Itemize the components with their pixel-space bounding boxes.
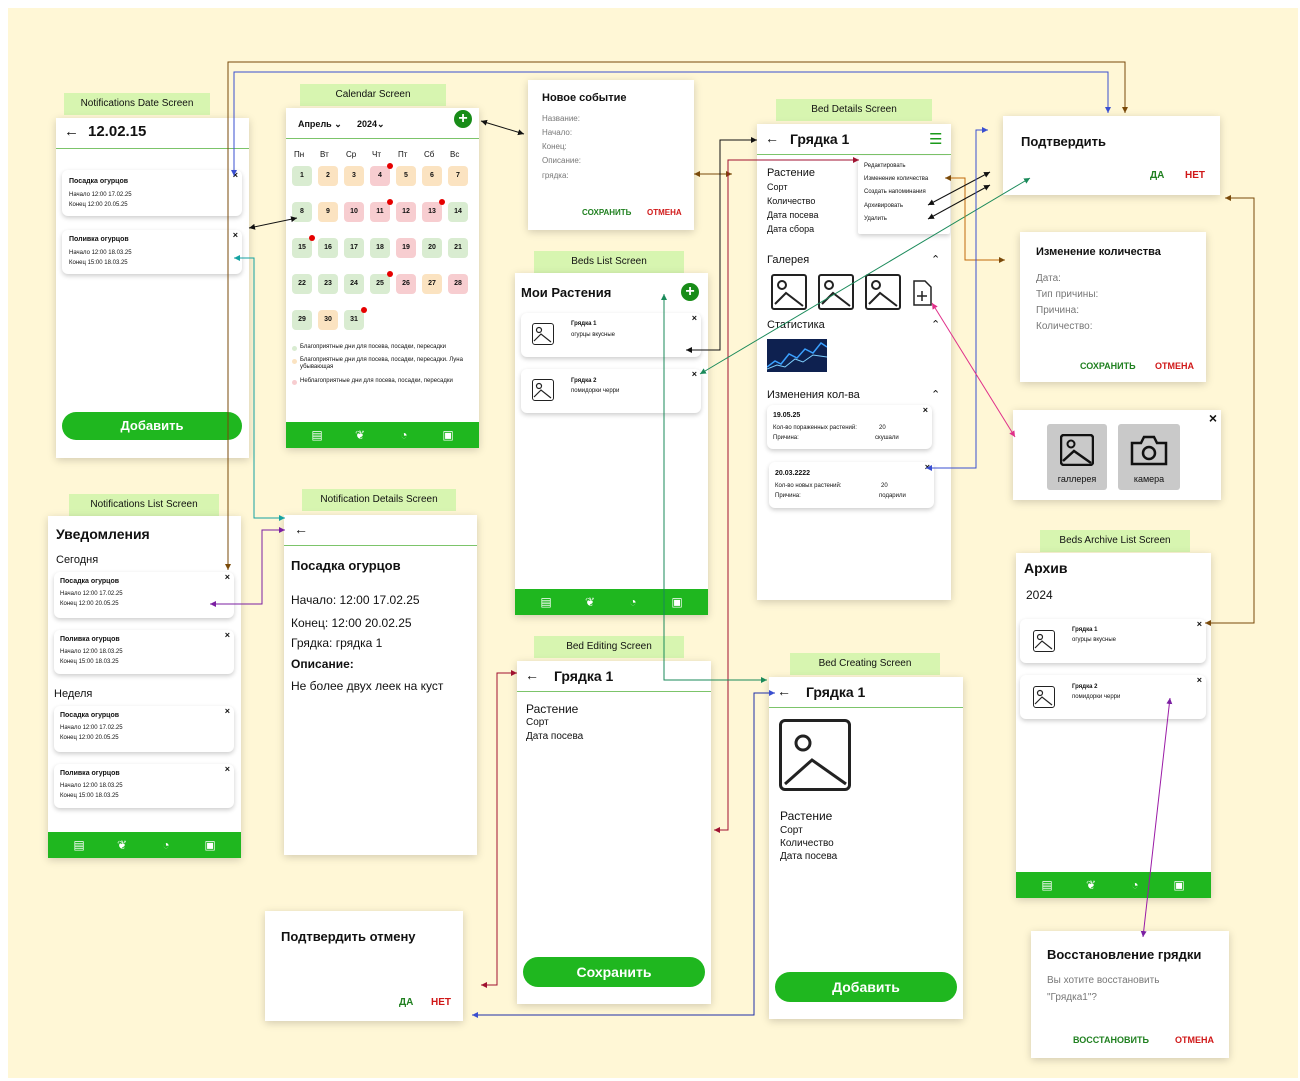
arrow-create-cancel	[472, 690, 775, 1018]
arrow-green-add	[661, 294, 767, 683]
diagram-canvas: { "tags": { "notif_date": "Notifications…	[0, 0, 1300, 1081]
arrow-teal	[234, 255, 285, 521]
arrow-menu-confirm-1	[927, 171, 991, 206]
arrow-blue-change	[926, 127, 988, 471]
arrow-menu-qty	[945, 175, 1005, 263]
arrow-archive-confirm	[1205, 195, 1255, 626]
connector-arrows	[210, 61, 1255, 1018]
arrow-blue-top	[231, 71, 1111, 176]
arrow-pink-photo	[931, 302, 1016, 438]
arrow-calendar-to-new-event	[480, 119, 525, 136]
arrow-green-diag	[699, 177, 1031, 375]
arrow-menu-confirm-2	[927, 184, 991, 220]
arrow-cancel-confirm	[481, 670, 517, 988]
arrow-purple-notif	[210, 527, 285, 607]
arrow-calendar-to-date-screen	[248, 216, 298, 230]
arrow-edit-menu	[714, 157, 859, 833]
arrow-details-back	[686, 137, 757, 353]
arrow-restore	[1140, 697, 1173, 938]
arrow-brown-top	[225, 61, 1128, 570]
